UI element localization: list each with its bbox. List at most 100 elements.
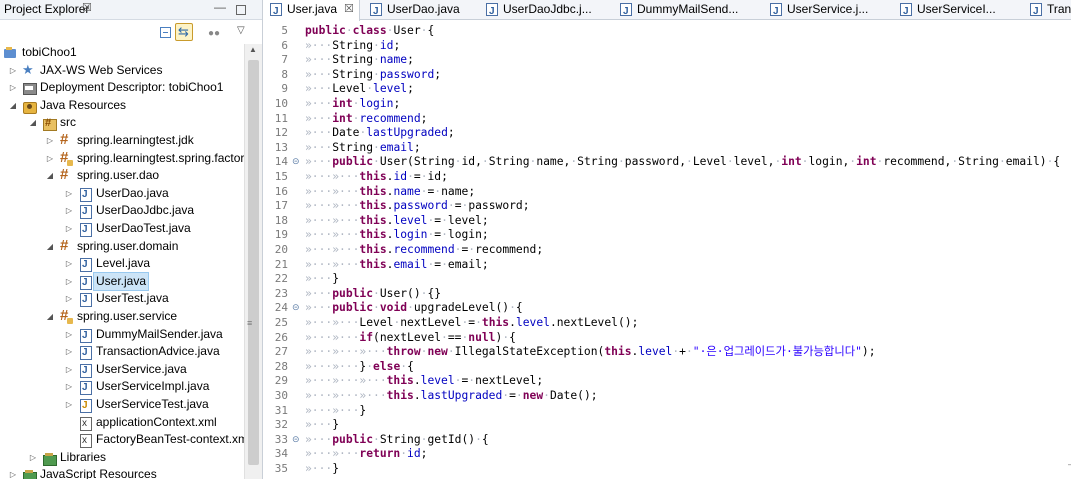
collapsed-arrow-icon[interactable]: ▷ bbox=[8, 62, 18, 80]
tree-item[interactable]: ▷ UserServiceImpl.java bbox=[0, 378, 244, 397]
code-line[interactable]: »···»···this.login·=·login; bbox=[305, 228, 489, 243]
collapsed-arrow-icon[interactable]: ▷ bbox=[45, 132, 55, 150]
code-line[interactable]: »···»···this.password·=·password; bbox=[305, 199, 530, 214]
tree-item[interactable]: ▷ Level.java bbox=[0, 255, 244, 274]
tree-item[interactable]: ▷ JAX-WS Web Services bbox=[0, 61, 244, 80]
tree-item[interactable]: applicationContext.xml bbox=[0, 414, 244, 432]
collapsed-arrow-icon[interactable]: ▷ bbox=[64, 326, 74, 344]
tree-item[interactable]: ▷ UserServiceTest.java bbox=[0, 396, 244, 415]
code-line[interactable]: »···»···if(nextLevel·==·null)·{ bbox=[305, 331, 516, 346]
code-line[interactable]: »···»···»···throw·new·IllegalStateExcept… bbox=[305, 345, 876, 360]
scroll-up-arrow-icon[interactable]: ▲ bbox=[249, 45, 257, 54]
code-line[interactable]: »···Level·level; bbox=[305, 82, 414, 97]
code-line[interactable]: »···} bbox=[305, 462, 339, 477]
close-view-icon[interactable]: ☒ bbox=[82, 1, 92, 14]
code-line[interactable]: »···Date·lastUpgraded; bbox=[305, 126, 455, 141]
code-line[interactable]: »···} bbox=[305, 418, 339, 433]
collapsed-arrow-icon[interactable]: ▷ bbox=[64, 185, 74, 203]
collapsed-arrow-icon[interactable]: ▷ bbox=[64, 202, 74, 220]
fold-toggle-icon[interactable]: ⊝ bbox=[292, 434, 300, 445]
code-line[interactable]: »···»···this.level·=·level; bbox=[305, 214, 489, 229]
fold-toggle-icon[interactable]: ⊝ bbox=[292, 156, 300, 167]
tree-item[interactable]: ◢ spring.user.domain bbox=[0, 237, 244, 256]
code-line[interactable]: »···public·User(String·id,·String·name,·… bbox=[305, 155, 1060, 170]
tree-item[interactable]: ◢ spring.user.dao bbox=[0, 166, 244, 185]
tree-item[interactable]: FactoryBeanTest-context.xml bbox=[0, 431, 244, 450]
editor-tab[interactable]: UserService.j... bbox=[764, 0, 888, 21]
expanded-arrow-icon[interactable]: ◢ bbox=[28, 114, 38, 132]
expanded-arrow-icon[interactable]: ◢ bbox=[45, 167, 55, 185]
tree-item[interactable]: tobiChoo1 bbox=[0, 44, 244, 62]
editor-tab[interactable]: Trans bbox=[1024, 0, 1071, 21]
collapse-all-button[interactable] bbox=[156, 23, 174, 41]
code-line[interactable]: »···»···return·id; bbox=[305, 447, 427, 462]
tree-item[interactable]: ▷ UserTest.java bbox=[0, 290, 244, 309]
collapsed-arrow-icon[interactable]: ▷ bbox=[64, 273, 74, 291]
code-line[interactable]: »···public·void·upgradeLevel()·{ bbox=[305, 301, 523, 316]
code-line[interactable]: »···»···}·else·{ bbox=[305, 360, 414, 375]
link-with-editor-button[interactable]: ⇆ bbox=[175, 23, 193, 41]
editor-tab[interactable]: DummyMailSend... bbox=[614, 0, 758, 21]
tree-item[interactable]: ▷ UserDaoJdbc.java bbox=[0, 202, 244, 221]
code-line[interactable]: »···»···} bbox=[305, 404, 366, 419]
tree-scrollbar-thumb[interactable] bbox=[248, 60, 259, 465]
tree-item[interactable]: ▷ UserDao.java bbox=[0, 185, 244, 204]
code-line[interactable]: »···int·recommend; bbox=[305, 112, 427, 127]
collapsed-arrow-icon[interactable]: ▷ bbox=[28, 449, 38, 467]
code-line[interactable]: »···String·name; bbox=[305, 53, 414, 68]
view-menu-button[interactable]: ▽ bbox=[236, 24, 254, 42]
tree-item[interactable]: ▷ User.java bbox=[0, 271, 244, 291]
expanded-arrow-icon[interactable]: ◢ bbox=[8, 97, 18, 115]
code-line[interactable]: »···public·User()·{} bbox=[305, 287, 441, 302]
code-line[interactable]: »···String·email; bbox=[305, 141, 421, 156]
code-line[interactable]: »···»···this.name·=·name; bbox=[305, 185, 475, 200]
tree-item[interactable]: ▷ Deployment Descriptor: tobiChoo1 bbox=[0, 79, 244, 97]
collapsed-arrow-icon[interactable]: ▷ bbox=[8, 466, 18, 479]
expanded-arrow-icon[interactable]: ◢ bbox=[45, 238, 55, 256]
project-explorer-title[interactable]: Project Explorer bbox=[4, 2, 89, 16]
minimize-icon[interactable]: — bbox=[214, 0, 226, 14]
tree-item[interactable]: ▷ JavaScript Resources bbox=[0, 466, 244, 479]
collapsed-arrow-icon[interactable]: ▷ bbox=[8, 79, 18, 97]
tree-item[interactable]: ◢ Java Resources bbox=[0, 97, 244, 115]
focus-on-active-task-button[interactable]: ●● bbox=[204, 23, 222, 41]
collapsed-arrow-icon[interactable]: ▷ bbox=[64, 255, 74, 273]
code-editor[interactable]: 5 6 7 8 9 10 11 12 13 14 ⊝ 15 16 17 18 19 20 21 22 23 24 ⊝ 25 2… bbox=[264, 21, 1071, 479]
code-line[interactable]: »···} bbox=[305, 272, 339, 287]
tree-item[interactable]: ▷ spring.learningtest.jdk bbox=[0, 131, 244, 150]
collapsed-arrow-icon[interactable]: ▷ bbox=[64, 396, 74, 414]
code-line[interactable]: »···public·String·getId()·{ bbox=[305, 433, 489, 448]
code-line[interactable]: »···»···Level·nextLevel·=·this.level.nex… bbox=[305, 316, 638, 331]
code-line[interactable]: »···»···»···this.level·=·nextLevel; bbox=[305, 374, 543, 389]
close-tab-icon[interactable]: ☒ bbox=[344, 0, 354, 19]
code-line[interactable]: »···»···this.email·=·email; bbox=[305, 258, 489, 273]
editor-tab[interactable]: User.java ☒ bbox=[264, 0, 360, 21]
editor-tab[interactable]: UserDaoJdbc.j... bbox=[480, 0, 608, 21]
code-line[interactable]: »···»···this.recommend·=·recommend; bbox=[305, 243, 543, 258]
code-line[interactable]: »···»···»···this.lastUpgraded·=·new·Date… bbox=[305, 389, 598, 404]
collapsed-arrow-icon[interactable]: ▷ bbox=[64, 220, 74, 238]
code-line[interactable]: »···String·password; bbox=[305, 68, 441, 83]
expanded-arrow-icon[interactable]: ◢ bbox=[45, 308, 55, 326]
collapsed-arrow-icon[interactable]: ▷ bbox=[45, 150, 55, 168]
tree-scrollbar[interactable]: ▲ bbox=[244, 44, 262, 479]
collapsed-arrow-icon[interactable]: ▷ bbox=[64, 290, 74, 308]
editor-tab[interactable]: UserServiceI... bbox=[894, 0, 1018, 21]
collapsed-arrow-icon[interactable]: ▷ bbox=[64, 378, 74, 396]
tree-item[interactable]: ▷ TransactionAdvice.java bbox=[0, 343, 244, 362]
collapsed-arrow-icon[interactable]: ▷ bbox=[64, 343, 74, 361]
tree-item[interactable]: ◢ src bbox=[0, 114, 244, 133]
tree-item[interactable]: ▷ UserDaoTest.java bbox=[0, 220, 244, 239]
code-line[interactable]: public·class·User·{ bbox=[305, 24, 434, 39]
tree-item[interactable]: ◢ spring.user.service bbox=[0, 307, 244, 326]
editor-tab[interactable]: UserDao.java bbox=[364, 0, 474, 21]
code-line[interactable]: »···int·login; bbox=[305, 97, 400, 112]
tree-item[interactable]: ▷ UserService.java bbox=[0, 361, 244, 380]
maximize-icon[interactable] bbox=[236, 5, 246, 15]
fold-toggle-icon[interactable]: ⊝ bbox=[292, 302, 300, 313]
tree-item[interactable]: ▷ DummyMailSender.java bbox=[0, 326, 244, 345]
code-line[interactable]: »···String·id; bbox=[305, 39, 400, 54]
tree-item[interactable]: ▷ spring.learningtest.spring.factor bbox=[0, 149, 244, 168]
collapsed-arrow-icon[interactable]: ▷ bbox=[64, 361, 74, 379]
code-line[interactable]: »···»···this.id·=·id; bbox=[305, 170, 448, 185]
